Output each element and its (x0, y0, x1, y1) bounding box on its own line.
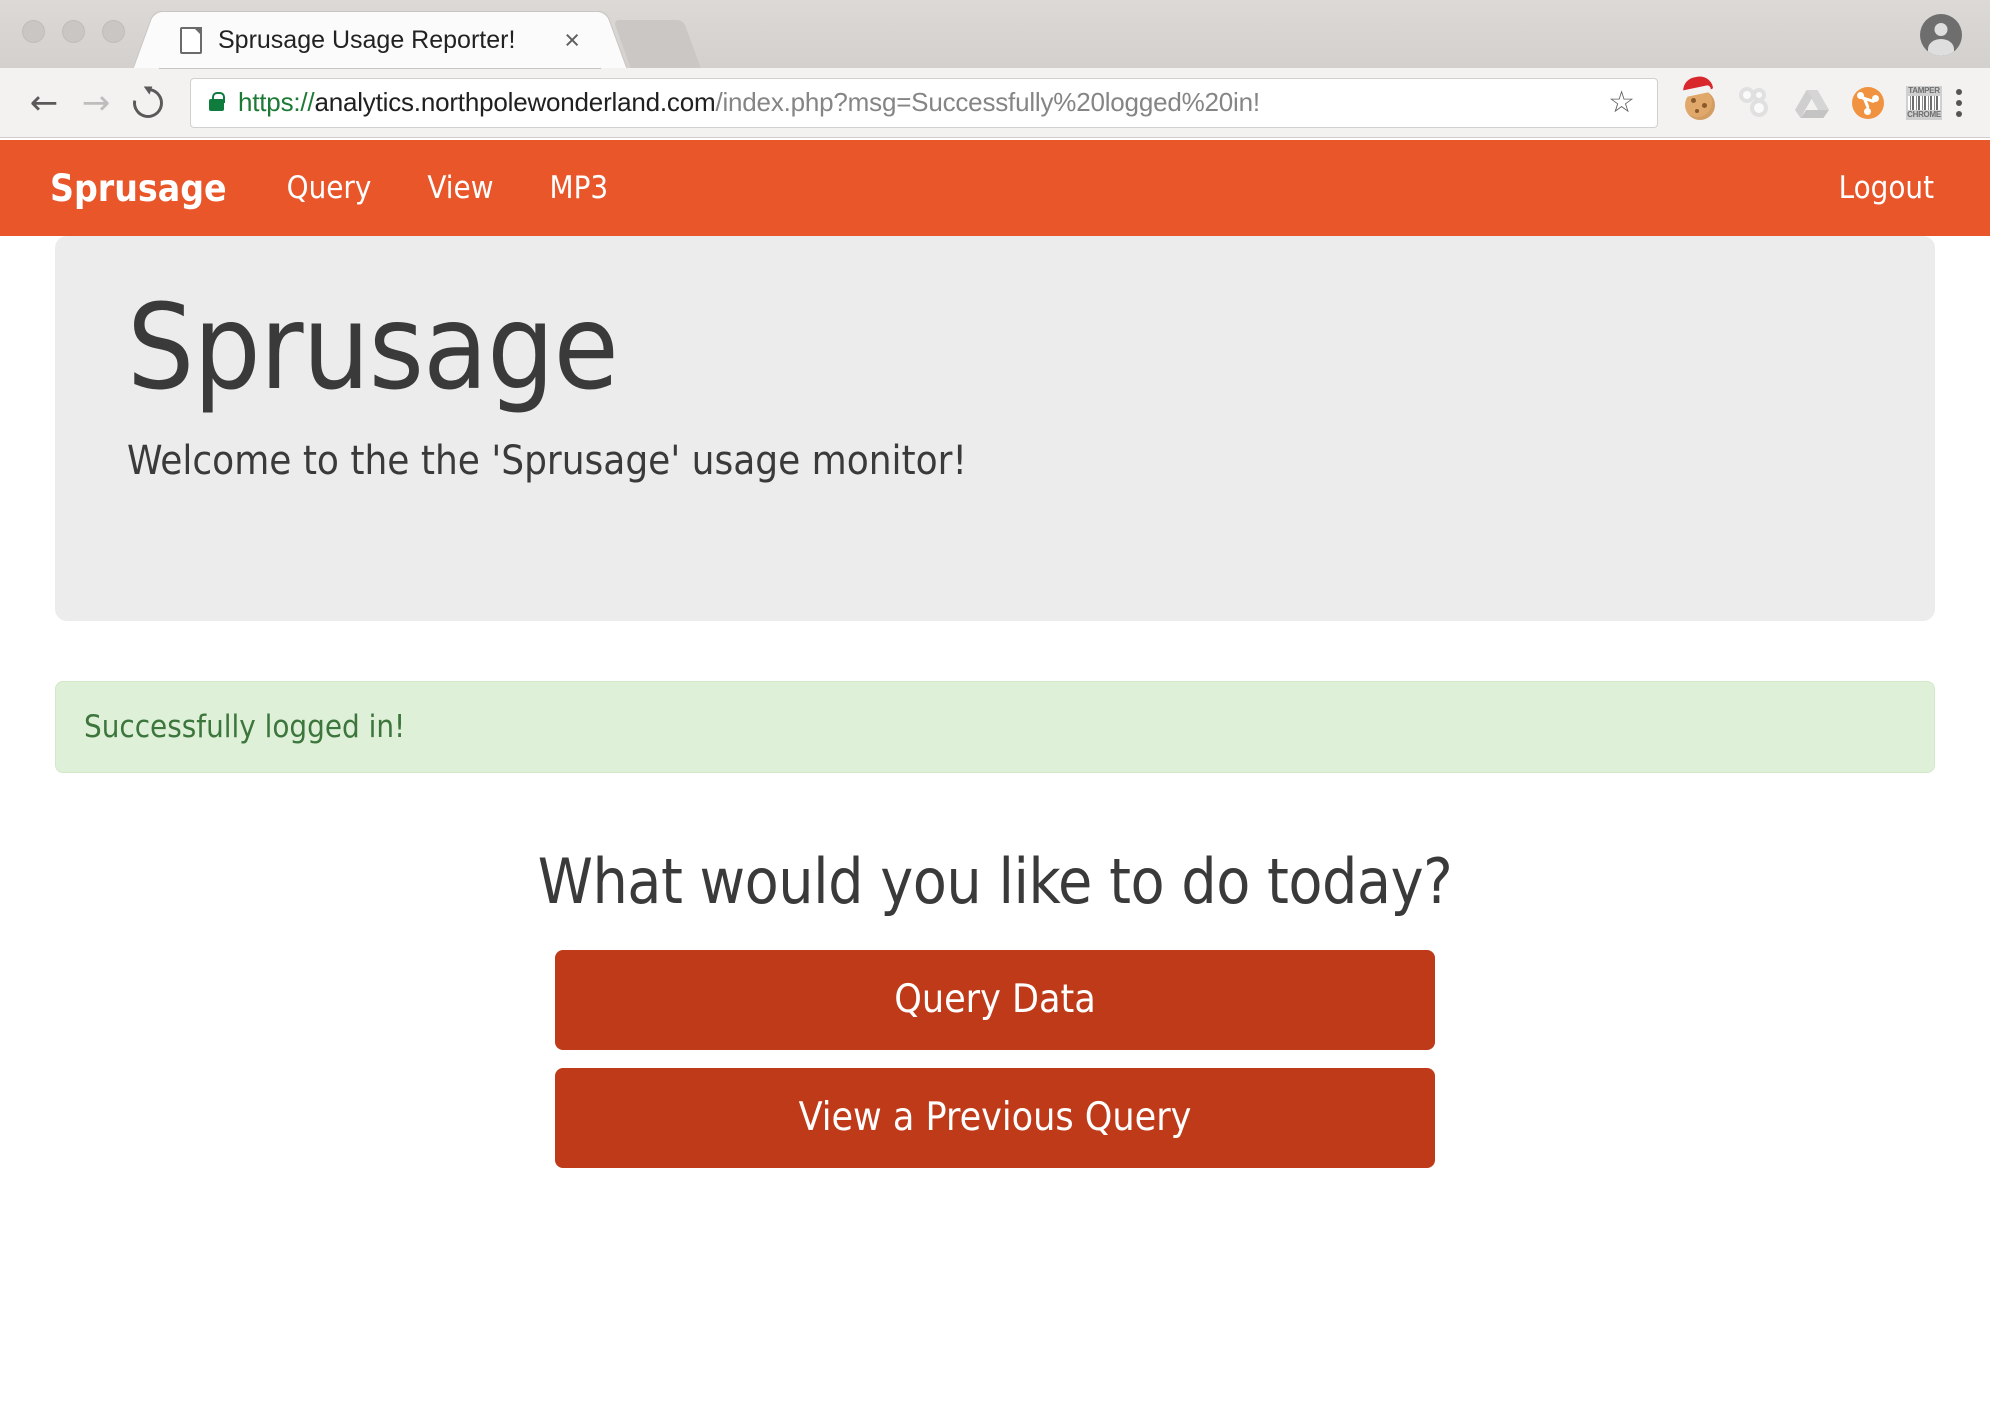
share-node-icon (1852, 86, 1884, 119)
window-traffic-lights (22, 20, 125, 43)
url-path: /index.php?msg=Successfully%20logged%20i… (715, 87, 1260, 117)
tab-title: Sprusage Usage Reporter! (218, 25, 516, 54)
browser-tab-strip: Sprusage Usage Reporter! × (0, 0, 1990, 68)
cta-button-stack: Query Data View a Previous Query (555, 950, 1435, 1168)
close-tab-icon[interactable]: × (558, 26, 586, 54)
url-scheme: https:// (238, 87, 315, 117)
bubbles-extension-icon[interactable] (1736, 83, 1776, 123)
avatar-head (1934, 23, 1948, 36)
lock-icon (209, 92, 225, 111)
minimize-window-button[interactable] (62, 20, 85, 43)
tamper-label-top: TAMPER (1908, 85, 1940, 95)
bookmark-star-icon[interactable]: ☆ (1600, 85, 1643, 120)
page-container: Sprusage Welcome to the the 'Sprusage' u… (0, 236, 1990, 1168)
account-avatar-icon[interactable] (1920, 14, 1962, 56)
cta-heading: What would you like to do today? (537, 845, 1453, 918)
reload-button[interactable] (122, 77, 174, 129)
page-title: Sprusage (127, 278, 619, 416)
navbar-brand[interactable]: Sprusage (50, 167, 227, 210)
drive-icon (1795, 89, 1829, 118)
bubbles-icon (1739, 86, 1773, 119)
share-node-extension-icon[interactable] (1848, 83, 1888, 123)
tamper-chrome-icon: TAMPER CHROME (1906, 85, 1942, 120)
page-subtitle: Welcome to the the 'Sprusage' usage moni… (127, 438, 967, 485)
forward-button[interactable]: → (70, 77, 122, 129)
cookie-chip (1702, 103, 1707, 108)
cookie-icon (1685, 90, 1715, 120)
reload-icon (127, 81, 169, 124)
tamper-label-bottom: CHROME (1907, 109, 1941, 119)
address-bar[interactable]: https://analytics.northpolewonderland.co… (190, 77, 1658, 128)
cookie-chip (1691, 98, 1696, 103)
jumbotron: Sprusage Welcome to the the 'Sprusage' u… (55, 236, 1935, 621)
chrome-menu-button[interactable] (1944, 88, 1972, 117)
back-button[interactable]: ← (18, 77, 70, 129)
browser-tab-active[interactable]: Sprusage Usage Reporter! × (160, 12, 600, 68)
nav-item-mp3[interactable]: MP3 (550, 170, 609, 206)
nav-item-view[interactable]: View (427, 170, 493, 206)
query-data-button[interactable]: Query Data (555, 950, 1435, 1050)
address-bar-url: https://analytics.northpolewonderland.co… (238, 87, 1600, 118)
success-alert-message: Successfully logged in! (84, 709, 406, 745)
nav-item-query[interactable]: Query (287, 170, 372, 206)
cookie-chip (1695, 109, 1699, 113)
close-window-button[interactable] (22, 20, 45, 43)
browser-toolbar: ← → https://analytics.northpolewonderlan… (0, 68, 1990, 138)
google-drive-extension-icon[interactable] (1792, 83, 1832, 123)
url-host: analytics.northpolewonderland.com (314, 87, 716, 117)
page-favicon-icon (180, 26, 202, 54)
new-tab-button[interactable] (613, 20, 701, 68)
maximize-window-button[interactable] (102, 20, 125, 43)
nav-item-logout[interactable]: Logout (1839, 170, 1934, 206)
barcode-graphic (1908, 95, 1940, 110)
page-content: Sprusage Query View MP3 Logout Sprusage … (0, 140, 1990, 1420)
browser-window: Sprusage Usage Reporter! × ← → https://a… (0, 0, 1990, 1420)
site-navbar: Sprusage Query View MP3 Logout (0, 140, 1990, 236)
extension-icons: TAMPER CHROME (1672, 83, 1944, 123)
tamper-chrome-extension-icon[interactable]: TAMPER CHROME (1904, 83, 1944, 123)
view-previous-query-button[interactable]: View a Previous Query (555, 1068, 1435, 1168)
call-to-action-section: What would you like to do today? Query D… (55, 845, 1935, 1168)
success-alert: Successfully logged in! (55, 681, 1935, 773)
avatar-body (1928, 39, 1954, 56)
santa-cookie-extension-icon[interactable] (1680, 83, 1720, 123)
